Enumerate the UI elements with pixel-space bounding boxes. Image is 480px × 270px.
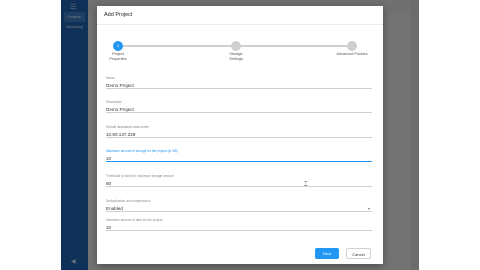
dedup-field[interactable]: Deduplication and compression Enabled ▾	[106, 199, 372, 212]
stepper-line-2	[241, 45, 347, 47]
max-storage-field[interactable]: Maximum amount of storage for the projec…	[106, 149, 372, 162]
warn-threshold-input[interactable]: 80	[106, 179, 372, 187]
wizard-stepper: 1 Project Properties Storage Settings Ad…	[97, 36, 383, 66]
step-3-circle[interactable]	[347, 41, 357, 51]
dialog-title: Add Project	[104, 12, 133, 18]
destination-field[interactable]: Default destination data center 10.80.13…	[106, 125, 372, 138]
title-divider	[97, 24, 383, 25]
name-field[interactable]: Name Demo Project	[106, 76, 372, 89]
step-1-label: Project Properties	[109, 52, 127, 61]
warn-threshold-field[interactable]: Threshold to warn for maximum storage am…	[106, 174, 372, 187]
max-data-field[interactable]: Maximum amount of data for the project 1…	[106, 218, 372, 231]
max-storage-input[interactable]: 10	[106, 154, 372, 162]
description-field[interactable]: Description Demo Project	[106, 100, 372, 113]
text-cursor-icon: ⌶	[304, 182, 308, 188]
add-project-dialog: Add Project 1 Project Properties Storage…	[97, 6, 383, 264]
destination-input[interactable]: 10.80.137.228	[106, 130, 372, 138]
max-data-input[interactable]: 10	[106, 223, 372, 231]
screen: ☰ Projects Monitoring ◀ Add Project 1 Pr…	[0, 0, 480, 270]
step-2-circle[interactable]	[231, 41, 241, 51]
dedup-select[interactable]: Enabled ▾	[106, 204, 372, 212]
step-2-label: Storage Settings	[229, 52, 243, 61]
name-input[interactable]: Demo Project	[106, 81, 372, 89]
next-button[interactable]: Next	[315, 248, 339, 259]
step-1-circle[interactable]: 1	[113, 41, 123, 51]
description-input[interactable]: Demo Project	[106, 105, 372, 113]
chevron-down-icon[interactable]: ▾	[368, 205, 370, 213]
step-3-label: Advanced Policies	[336, 52, 368, 56]
stepper-line-1	[123, 45, 231, 47]
cancel-button[interactable]: Cancel	[346, 248, 371, 259]
dedup-value: Enabled	[106, 206, 123, 211]
